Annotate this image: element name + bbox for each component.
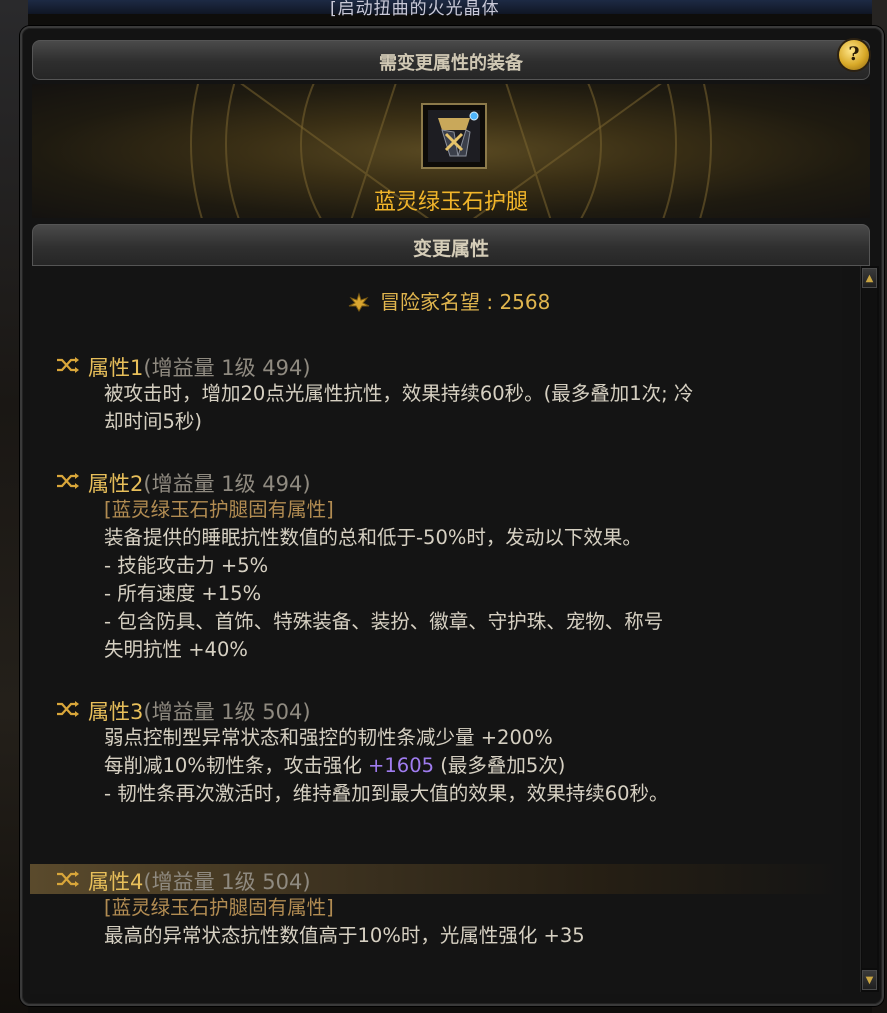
background-window-title: [启动扭曲的火光晶体 <box>330 0 500 19</box>
equipment-name: 蓝灵绿玉石护腿 <box>373 190 528 215</box>
description-line: - 所有速度 +15% <box>104 582 262 605</box>
attribute-name-text: 属性3 <box>88 700 144 724</box>
attribute-meta: (增益量 1级 504) <box>143 700 311 724</box>
attribute-name: 属性3(增益量 1级 504) <box>88 696 311 726</box>
attribute-name-text: 属性1 <box>88 356 144 380</box>
game-background-top: [启动扭曲的火光晶体 <box>0 0 887 19</box>
attribute-3[interactable]: 属性3(增益量 1级 504) 弱点控制型异常状态和强控的韧性条减少量 +200… <box>30 694 842 808</box>
description-line: 失明抗性 +40% <box>104 638 248 661</box>
attack-boost-value: +1605 <box>368 754 435 777</box>
panel-header: 需变更属性的装备 ? <box>32 38 871 80</box>
section-header: 变更属性 <box>32 224 870 266</box>
shuffle-icon[interactable] <box>56 472 80 490</box>
attribute-description: [蓝灵绿玉石护腿固有属性] 最高的异常状态抗性数值高于10%时，光属性强化 +3… <box>30 894 842 950</box>
fame-value: 2568 <box>499 290 551 314</box>
attribute-meta: (增益量 1级 494) <box>143 472 311 496</box>
adventurer-fame: 冒险家名望 : 2568 <box>346 286 550 315</box>
help-icon[interactable]: ? <box>837 38 871 72</box>
attribute-list[interactable]: 冒险家名望 : 2568 属性1(增益量 1级 494) 被攻击时，增加20点光… <box>30 266 842 994</box>
attribute-header[interactable]: 属性2(增益量 1级 494) <box>30 466 842 496</box>
description-line: - 包含防具、首饰、特殊装备、装扮、徽章、守护珠、宠物、称号 <box>104 610 664 633</box>
description-text: (最多叠加5次) <box>434 754 566 777</box>
leg-armor-graphic <box>428 110 480 162</box>
fame-separator: : <box>480 290 500 314</box>
description-line: - 韧性条再次激活时，维持叠加到最大值的效果，效果持续60秒。 <box>104 782 669 805</box>
scrollbar[interactable]: ▲ ▼ <box>860 266 879 992</box>
shuffle-icon[interactable] <box>56 870 80 888</box>
change-attribute-panel: 需变更属性的装备 ? 蓝灵绿玉石护腿 变更属性 冒险家名望: 2568 属性1… <box>20 26 884 1006</box>
scroll-up-button[interactable]: ▲ <box>862 268 877 288</box>
attribute-2[interactable]: 属性2(增益量 1级 494) [蓝灵绿玉石护腿固有属性] 装备提供的睡眠抗性数… <box>30 466 842 664</box>
shuffle-icon[interactable] <box>56 356 80 374</box>
attribute-name-text: 属性2 <box>88 472 144 496</box>
leg-armor-icon <box>428 110 480 162</box>
description-line: 弱点控制型异常状态和强控的韧性条减少量 +200% <box>104 726 553 749</box>
shuffle-icon[interactable] <box>56 700 80 718</box>
description-line: - 技能攻击力 +5% <box>104 554 269 577</box>
fame-label: 冒险家名望 <box>380 290 480 314</box>
attribute-name: 属性1(增益量 1级 494) <box>88 352 311 382</box>
attribute-4[interactable]: 属性4(增益量 1级 504) [蓝灵绿玉石护腿固有属性] 最高的异常状态抗性数… <box>30 864 842 950</box>
inherent-attribute-tag: [蓝灵绿玉石护腿固有属性] <box>104 498 334 521</box>
equipment-slot[interactable] <box>421 103 487 169</box>
attribute-header[interactable]: 属性1(增益量 1级 494) <box>30 350 842 380</box>
attribute-description: [蓝灵绿玉石护腿固有属性] 装备提供的睡眠抗性数值的总和低于-50%时，发动以下… <box>30 496 842 664</box>
attribute-header[interactable]: 属性3(增益量 1级 504) <box>30 694 842 724</box>
attribute-description: 被攻击时，增加20点光属性抗性，效果持续60秒。(最多叠加1次; 冷 却时间5秒… <box>30 380 842 436</box>
attribute-description: 弱点控制型异常状态和强控的韧性条减少量 +200% 每削减10%韧性条，攻击强化… <box>30 724 842 808</box>
description-line: 装备提供的睡眠抗性数值的总和低于-50%时，发动以下效果。 <box>104 526 642 549</box>
description-line: 被攻击时，增加20点光属性抗性，效果持续60秒。(最多叠加1次; 冷 <box>104 382 694 405</box>
attribute-meta: (增益量 1级 494) <box>143 356 311 380</box>
fame-emblem-icon <box>348 292 370 312</box>
attribute-header-selected[interactable]: 属性4(增益量 1级 504) <box>30 864 842 894</box>
panel-title: 需变更属性的装备 <box>379 53 523 74</box>
inherent-attribute-tag: [蓝灵绿玉石护腿固有属性] <box>104 896 334 919</box>
attribute-1[interactable]: 属性1(增益量 1级 494) 被攻击时，增加20点光属性抗性，效果持续60秒。… <box>30 350 842 436</box>
description-line: 最高的异常状态抗性数值高于10%时，光属性强化 +35 <box>104 924 585 947</box>
scroll-track[interactable] <box>862 288 877 968</box>
attribute-name: 属性2(增益量 1级 494) <box>88 468 311 498</box>
attribute-name: 属性4(增益量 1级 504) <box>88 866 311 896</box>
section-title: 变更属性 <box>412 238 489 260</box>
description-line: 每削减10%韧性条，攻击强化 +1605 (最多叠加5次) <box>104 752 842 780</box>
equipment-display: 蓝灵绿玉石护腿 <box>32 84 870 218</box>
attribute-name-text: 属性4 <box>88 870 144 894</box>
attribute-meta: (增益量 1级 504) <box>143 870 311 894</box>
description-text: 每削减10%韧性条，攻击强化 <box>104 754 369 777</box>
description-line: 却时间5秒) <box>104 410 203 433</box>
scroll-down-button[interactable]: ▼ <box>862 970 877 990</box>
